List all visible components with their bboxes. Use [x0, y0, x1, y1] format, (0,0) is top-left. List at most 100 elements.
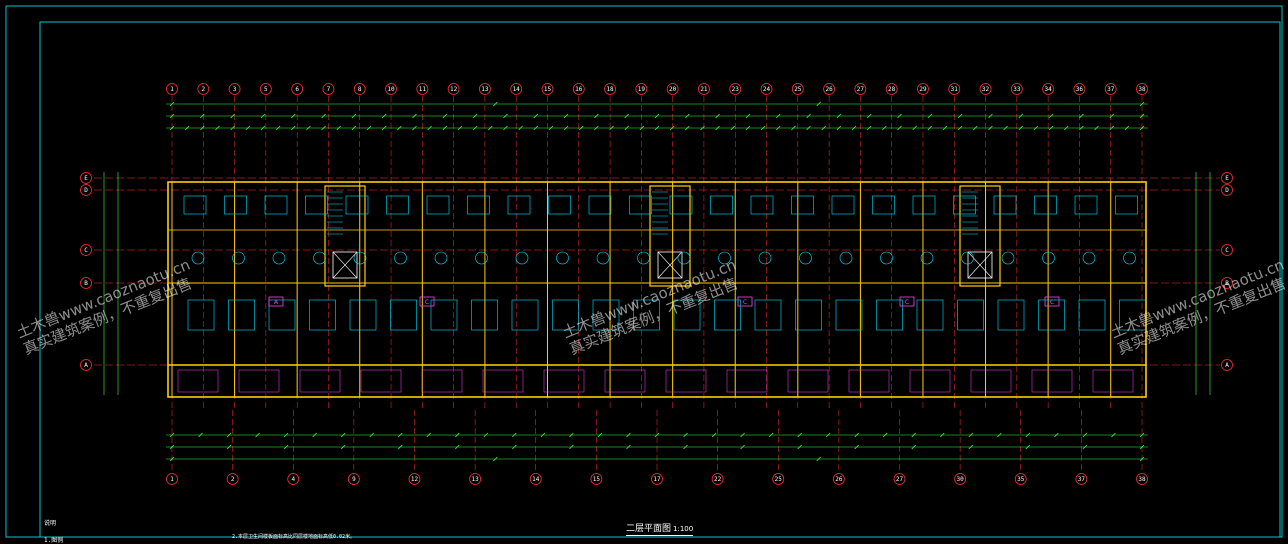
balcony-9 [726, 369, 768, 393]
floor-plan-drawing: 1 2 3 5 6 7 8 10 11 12 13 14 15 16 18 19 20 21 23 24 25 26 27 2… [5, 5, 1283, 538]
fixture-mid-16 [835, 299, 863, 331]
axis-top-23-label: 23 [732, 86, 740, 93]
axis-top-18-label: 18 [606, 86, 614, 93]
unit-tag-3-text: C [905, 299, 909, 306]
axis-bottom-22-label: 22 [714, 476, 722, 483]
core-0 [324, 185, 366, 287]
balcony-7 [604, 369, 646, 393]
fixture-table-2 [272, 251, 286, 265]
balcony-10 [787, 369, 829, 393]
fixture-table-5 [394, 251, 407, 265]
balcony-2 [299, 369, 341, 393]
fixture-table-20 [1001, 251, 1015, 265]
axis-top-24-label: 24 [763, 86, 771, 93]
axis-bottom-14-label: 14 [532, 476, 540, 483]
fixture-top-17 [872, 195, 895, 215]
axis-top-16-label: 16 [575, 86, 583, 93]
fixture-top-6 [426, 195, 450, 215]
fixture-top-15 [791, 195, 814, 215]
axis-top-11-label: 11 [419, 86, 427, 93]
axis-top-28-label: 28 [888, 86, 896, 93]
fixture-table-17 [880, 251, 893, 265]
fixture-top-14 [750, 195, 774, 215]
dimension-lines [103, 101, 1211, 462]
balcony-11 [848, 369, 890, 393]
balcony-5 [482, 369, 524, 393]
fixture-mid-22 [1078, 299, 1106, 331]
unit-tag-4-text: C [1050, 299, 1054, 306]
balcony-13 [970, 369, 1012, 393]
fixture-top-20 [993, 195, 1017, 215]
axis-top-31-label: 31 [951, 86, 959, 93]
fixture-mid-20 [997, 299, 1025, 331]
fixture-table-16 [839, 251, 853, 265]
fixture-mid-8 [511, 299, 539, 331]
axis-bottom-4-label: 4 [291, 476, 295, 483]
axis-top-12-label: 12 [450, 86, 458, 93]
axis-top-5-label: 5 [264, 86, 268, 93]
note-text: 2.本层卫生间楼板面标高比同层楼地面标高低0.02米。 [232, 534, 356, 540]
fixture-table-12 [677, 251, 691, 265]
axis-right-D-label: D [1225, 187, 1229, 194]
fixture-mid-13 [714, 299, 741, 331]
axis-top-10-label: 10 [387, 86, 395, 93]
axis-top-13-label: 13 [481, 86, 489, 93]
fixture-top-12 [669, 195, 693, 215]
title-text: 二层平面图 [626, 524, 672, 534]
axis-bottom-15-label: 15 [593, 476, 601, 483]
fixture-top-23 [1115, 195, 1138, 215]
axis-top-14-label: 14 [513, 86, 521, 93]
axis-top-38-label: 38 [1138, 86, 1146, 93]
fixture-mid-1 [228, 299, 255, 331]
axis-labels: 1 2 3 5 6 7 8 10 11 12 13 14 15 16 18 19 20 21 23 24 25 26 27 2… [80, 83, 1233, 485]
axis-left-C-label: C [84, 247, 88, 254]
fixture-top-5 [386, 195, 409, 215]
fixture-top-18 [912, 195, 936, 215]
fixture-mid-18 [916, 299, 944, 331]
fixture-top-0 [183, 195, 207, 215]
axis-bottom-13-label: 13 [472, 476, 480, 483]
fixture-table-7 [475, 251, 488, 265]
axis-bottom-1-label: 1 [170, 476, 174, 483]
unit-tag-1-text: C [425, 299, 429, 306]
fixture-mid-17 [876, 299, 903, 331]
fixture-top-22 [1074, 195, 1098, 215]
fixture-table-8 [515, 251, 529, 265]
fixture-top-19 [953, 195, 976, 215]
fixture-table-10 [596, 251, 610, 265]
fixture-table-6 [434, 251, 448, 265]
fixture-top-2 [264, 195, 288, 215]
fixture-mid-15 [795, 299, 822, 331]
axis-bottom-9-label: 9 [352, 476, 356, 483]
axis-bottom-17-label: 17 [653, 476, 661, 483]
axis-top-2-label: 2 [201, 86, 205, 93]
fixture-table-14 [758, 251, 772, 265]
axis-top-37-label: 37 [1107, 86, 1115, 93]
fixture-top-8 [507, 195, 531, 215]
title-scale: 1:100 [673, 525, 694, 533]
fixture-top-16 [831, 195, 855, 215]
fixture-mid-14 [754, 299, 782, 331]
fixture-top-3 [305, 195, 328, 215]
fixture-mid-3 [309, 299, 336, 331]
axis-left-D-label: D [84, 187, 88, 194]
axis-left-E-label: E [84, 175, 88, 182]
fixture-mid-19 [957, 299, 984, 331]
drawing-title: 二层平面图 1:100 [626, 521, 694, 536]
fixture-top-21 [1034, 195, 1057, 215]
axis-top-7-label: 7 [327, 86, 331, 93]
axis-top-21-label: 21 [700, 86, 708, 93]
axis-bottom-27-label: 27 [896, 476, 904, 483]
axis-bottom-26-label: 26 [835, 476, 843, 483]
unit-tag-2-text: C [743, 299, 747, 306]
balcony-0 [177, 369, 219, 393]
axis-top-20-label: 20 [669, 86, 677, 93]
notes-label: 说明 [44, 520, 57, 527]
fixture-top-11 [629, 195, 652, 215]
balcony-15 [1092, 369, 1134, 393]
axis-bottom-37-label: 37 [1078, 476, 1086, 483]
axis-right-E-label: E [1225, 175, 1229, 182]
balcony-14 [1031, 369, 1073, 393]
axis-left-A-label: A [84, 362, 88, 369]
axis-bottom-25-label: 25 [775, 476, 783, 483]
